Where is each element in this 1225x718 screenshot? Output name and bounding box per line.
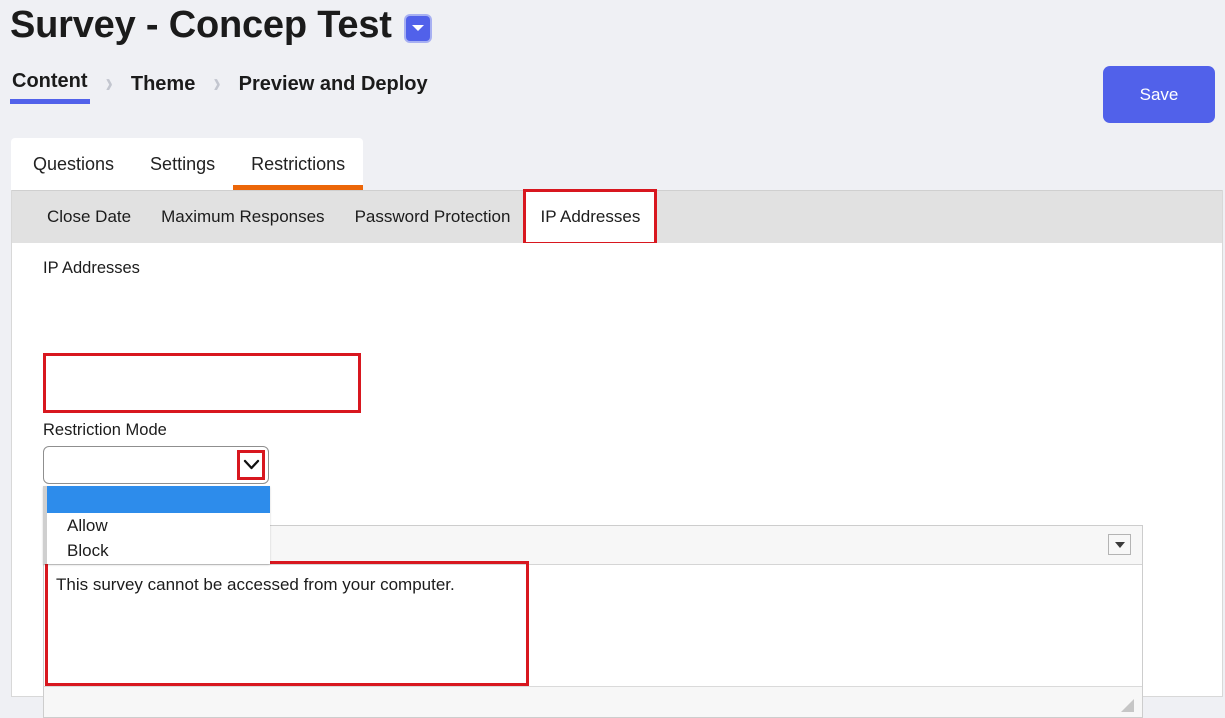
breadcrumb-separator-icon: › [105, 67, 113, 99]
page-title: Survey - Concep Test [10, 4, 392, 46]
restriction-mode-select[interactable] [43, 446, 269, 484]
editor-status-bar [44, 686, 1142, 717]
tab-questions[interactable]: Questions [11, 138, 132, 190]
editor-toolbar-more-button[interactable] [1108, 534, 1131, 555]
tab-restrictions[interactable]: Restrictions [233, 138, 364, 190]
chevron-down-icon [243, 459, 259, 470]
dropdown-option-allow[interactable]: Allow [47, 513, 270, 538]
chevron-down-icon [411, 25, 424, 31]
resize-grip-icon[interactable] [1121, 699, 1134, 712]
dropdown-option-block[interactable]: Block [47, 538, 270, 563]
chevron-down-icon [1114, 541, 1125, 548]
restrictions-sub-tab-bar: Close Date Maximum Responses Password Pr… [12, 189, 1222, 245]
subtab-ip-addresses[interactable]: IP Addresses [523, 189, 658, 245]
subtab-maximum-responses[interactable]: Maximum Responses [146, 191, 339, 243]
restrictions-panel: Close Date Maximum Responses Password Pr… [11, 189, 1223, 718]
breadcrumb-item-content[interactable]: Content [10, 70, 90, 104]
save-button[interactable]: Save [1103, 66, 1215, 123]
ip-addresses-label: IP Addresses [43, 259, 140, 277]
message-input[interactable]: This survey cannot be accessed from your… [44, 565, 1142, 686]
subtab-close-date[interactable]: Close Date [32, 191, 146, 243]
restrictions-form: IP Addresses Restriction Mode Allow Bloc… [12, 243, 1222, 718]
ip-addresses-input[interactable] [43, 353, 361, 413]
restriction-mode-label: Restriction Mode [43, 421, 167, 439]
main-tab-bar: Questions Settings Restrictions [11, 138, 364, 190]
breadcrumb-item-preview-and-deploy[interactable]: Preview and Deploy [237, 73, 430, 102]
dropdown-option-blank[interactable] [47, 486, 270, 513]
breadcrumb-item-theme[interactable]: Theme [129, 73, 197, 102]
tab-settings[interactable]: Settings [132, 138, 233, 190]
title-dropdown-caret-button[interactable] [405, 15, 430, 41]
title-row: Survey - Concep Test [10, 2, 430, 48]
restriction-mode-caret-button[interactable] [237, 450, 265, 480]
breadcrumb-separator-icon: › [213, 67, 221, 99]
restriction-mode-dropdown-list[interactable]: Allow Block [43, 486, 270, 564]
subtab-password-protection[interactable]: Password Protection [340, 191, 526, 243]
page-header: Survey - Concep Test Content › Theme › P… [0, 0, 1225, 135]
breadcrumb: Content › Theme › Preview and Deploy [10, 67, 430, 104]
